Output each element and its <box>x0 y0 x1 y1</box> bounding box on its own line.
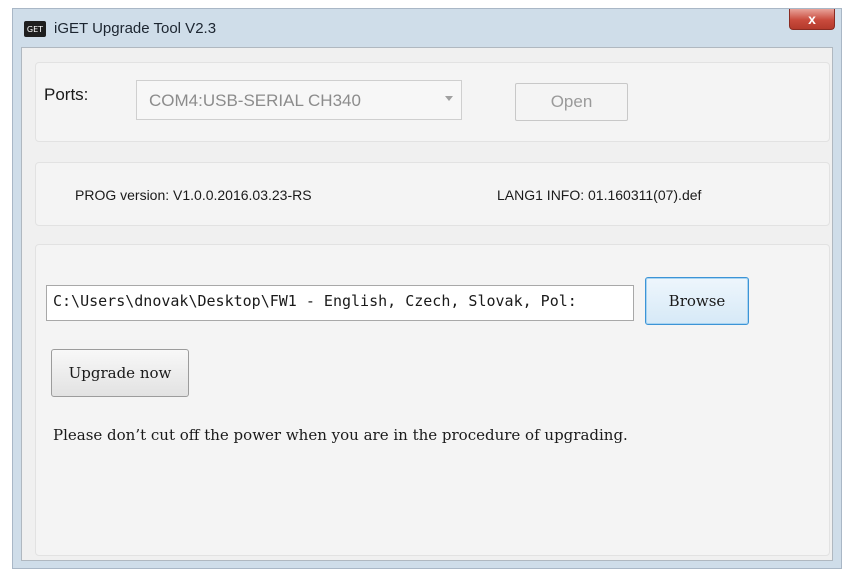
close-icon: x <box>808 11 816 27</box>
close-button[interactable]: x <box>789 9 835 30</box>
app-icon-label: GET <box>26 24 44 34</box>
lang-info-text: LANG1 INFO: 01.160311(07).def <box>497 187 702 203</box>
open-button[interactable]: Open <box>515 83 628 121</box>
window-title: iGET Upgrade Tool V2.3 <box>54 20 217 37</box>
upgrade-now-button[interactable]: Upgrade now <box>51 349 189 397</box>
prog-version-text: PROG version: V1.0.0.2016.03.23-RS <box>75 187 312 203</box>
title-bar[interactable]: GET iGET Upgrade Tool V2.3 x <box>13 9 841 47</box>
port-select-value: COM4:USB-SERIAL CH340 <box>149 91 361 110</box>
ports-label: Ports: <box>44 85 89 104</box>
port-select[interactable]: COM4:USB-SERIAL CH340 <box>136 80 462 120</box>
browse-button[interactable]: Browse <box>645 277 749 325</box>
app-icon: GET <box>24 21 46 37</box>
firmware-path-input[interactable]: C:\Users\dnovak\Desktop\FW1 - English, C… <box>46 285 634 321</box>
chevron-down-icon <box>445 96 453 101</box>
power-warning-text: Please don’t cut off the power when you … <box>53 426 628 444</box>
